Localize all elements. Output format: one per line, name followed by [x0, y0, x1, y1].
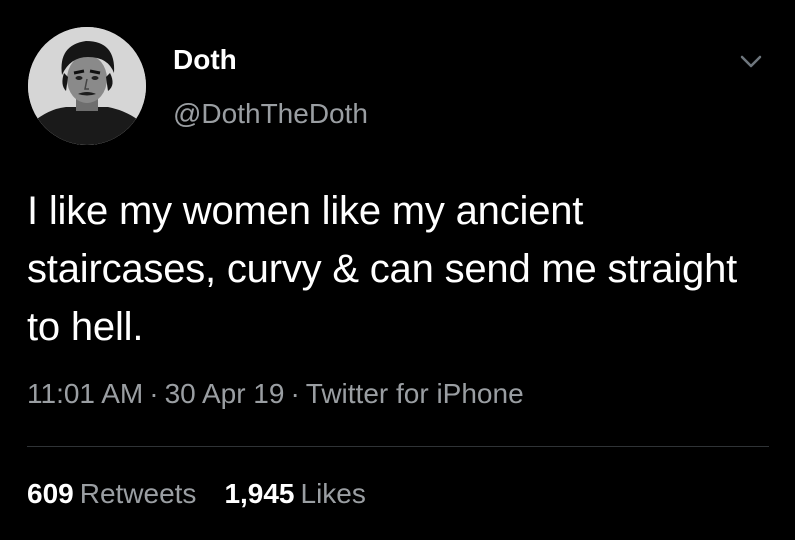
- likes-label: Likes: [300, 478, 366, 509]
- divider: [27, 446, 769, 447]
- tweet-source[interactable]: Twitter for iPhone: [306, 378, 524, 409]
- chevron-down-icon[interactable]: [736, 50, 766, 72]
- tweet-time[interactable]: 11:01 AM: [27, 378, 143, 409]
- avatar[interactable]: [28, 27, 146, 145]
- retweets-label: Retweets: [79, 478, 197, 509]
- retweets-stat[interactable]: 609 Retweets: [27, 478, 196, 510]
- meta-separator: ·: [149, 378, 159, 409]
- tweet-card: Doth @DothTheDoth I like my women like m…: [0, 0, 795, 540]
- meta-separator: ·: [290, 378, 300, 409]
- tweet-date[interactable]: 30 Apr 19: [165, 378, 285, 409]
- tweet-stats: 609 Retweets 1,945 Likes: [27, 478, 366, 510]
- display-name[interactable]: Doth: [173, 44, 237, 76]
- likes-count: 1,945: [224, 478, 295, 509]
- user-handle[interactable]: @DothTheDoth: [173, 98, 368, 130]
- avatar-portrait-image: [28, 27, 146, 145]
- tweet-text: I like my women like my ancient staircas…: [27, 189, 738, 349]
- tweet-metadata: 11:01 AM · 30 Apr 19 · Twitter for iPhone: [27, 378, 524, 410]
- retweets-count: 609: [27, 478, 74, 509]
- likes-stat[interactable]: 1,945 Likes: [224, 478, 365, 510]
